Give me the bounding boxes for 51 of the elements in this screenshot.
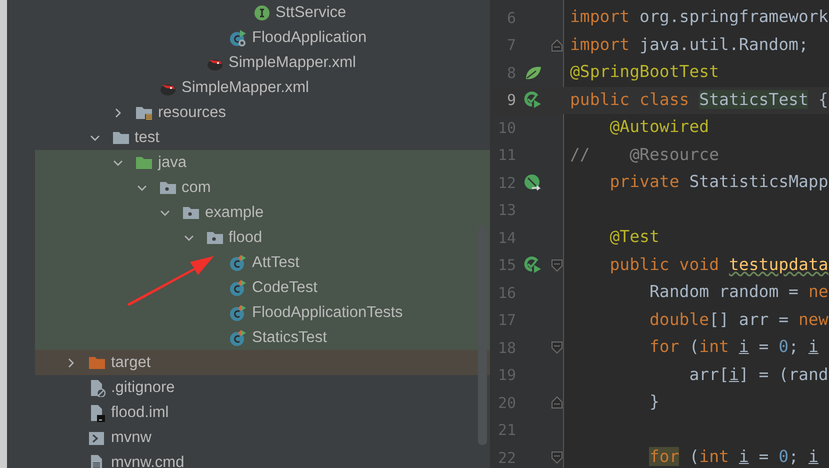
- code-line: public void testupdata: [608, 254, 828, 276]
- code-line: Random random = ne: [648, 281, 828, 304]
- bean-navigation-icon[interactable]: [524, 174, 542, 192]
- fold-end-icon[interactable]: [551, 396, 563, 410]
- code-line: arr[i] = (rand: [688, 364, 828, 386]
- file-icon: [88, 378, 106, 396]
- fold-end-icon[interactable]: [551, 38, 563, 52]
- code-line: @Autowired: [608, 116, 710, 138]
- tree-item[interactable]: example: [205, 200, 264, 224]
- tree-item[interactable]: SttService: [276, 0, 346, 24]
- tree-item[interactable]: flood: [228, 226, 262, 250]
- tree-item[interactable]: java: [158, 150, 186, 174]
- tree-item[interactable]: flood.iml: [111, 400, 169, 424]
- code-line: }: [648, 391, 660, 414]
- code-line: double[] arr = new: [648, 308, 828, 331]
- tree-item[interactable]: com: [182, 176, 211, 200]
- tree-item[interactable]: target: [111, 350, 151, 374]
- test-class-icon: [229, 278, 247, 296]
- tree-item[interactable]: mvnw.cmd: [111, 450, 184, 468]
- tree-item[interactable]: mvnw: [111, 426, 152, 450]
- tree-item[interactable]: SimpleMapper.xml: [228, 50, 356, 74]
- tree-item[interactable]: .gitignore: [111, 376, 175, 400]
- fold-icon[interactable]: [551, 258, 563, 272]
- tree-item[interactable]: resources: [158, 100, 226, 124]
- code-line: import java.util.Random;: [570, 34, 808, 56]
- code-line: @SpringBootTest: [570, 61, 720, 84]
- code-line: import org.springframework: [570, 6, 828, 28]
- code-line: private StatisticsMapp: [608, 171, 828, 194]
- tree-item[interactable]: test: [134, 126, 160, 150]
- test-class-icon: [229, 328, 247, 346]
- fold-icon[interactable]: [551, 451, 563, 464]
- fold-icon[interactable]: [551, 341, 563, 354]
- interface-icon: [252, 4, 270, 22]
- tree-item[interactable]: FloodApplication: [252, 26, 367, 50]
- line-number: 9: [506, 90, 516, 111]
- code-line: @Test: [608, 226, 660, 248]
- code-line: for (int i = 0; i: [648, 446, 818, 468]
- spring-leaf-icon[interactable]: [524, 64, 542, 81]
- tree-item[interactable]: StaticsTest: [252, 326, 327, 350]
- run-test-icon[interactable]: [524, 256, 542, 274]
- tree-item[interactable]: AttTest: [252, 250, 300, 274]
- test-class-icon: [229, 304, 247, 322]
- tree-item[interactable]: SimpleMapper.xml: [182, 76, 309, 100]
- file-icon: [88, 404, 106, 422]
- code-line: // @Resource: [570, 144, 720, 166]
- code-line: public class StaticsTest {: [570, 88, 828, 111]
- class-icon: [229, 28, 247, 46]
- tree-item[interactable]: CodeTest: [252, 276, 318, 300]
- code-line: for (int i = 0; i: [648, 336, 818, 358]
- test-class-icon: [229, 254, 247, 272]
- run-test-icon[interactable]: [524, 91, 542, 110]
